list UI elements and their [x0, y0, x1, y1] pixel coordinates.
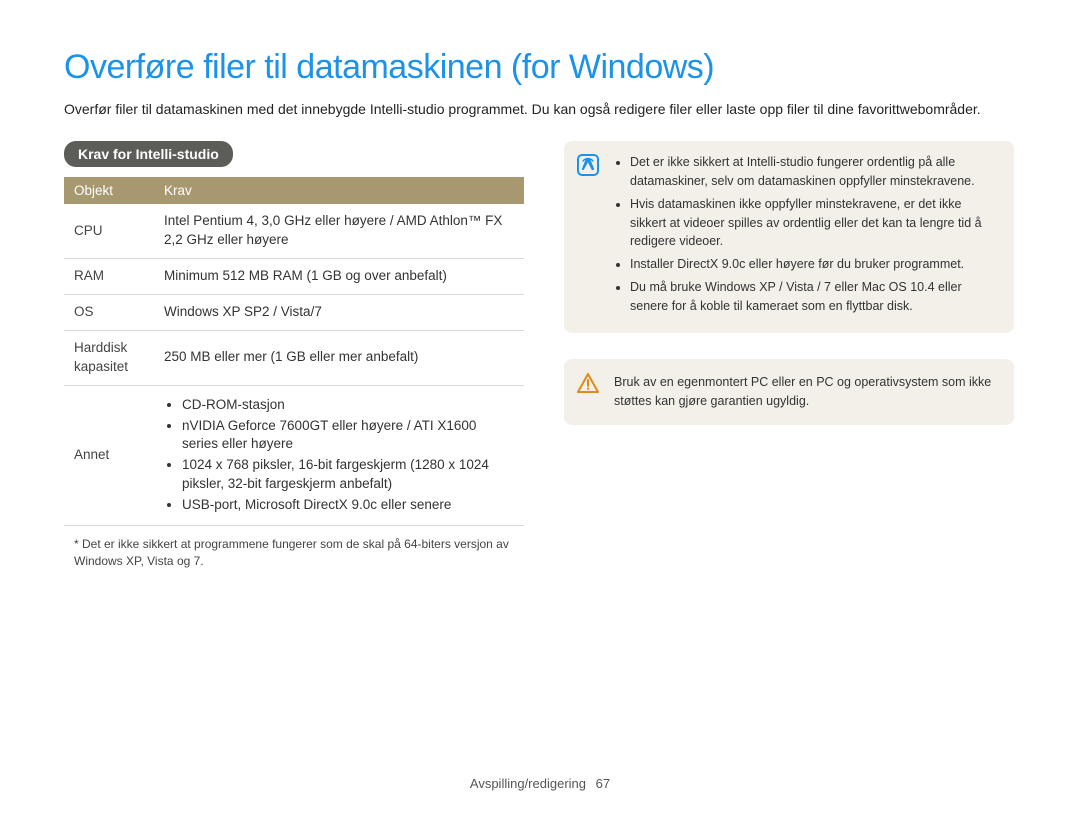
table-header-object: Objekt	[64, 177, 154, 204]
footnote: * Det er ikke sikkert at programmene fun…	[64, 526, 524, 571]
cell-object: RAM	[64, 259, 154, 295]
table-row: Annet CD-ROM-stasjon nVIDIA Geforce 7600…	[64, 385, 524, 525]
warning-note-box: Bruk av en egenmontert PC eller en PC og…	[564, 359, 1014, 425]
info-note-item: Du må bruke Windows XP / Vista / 7 eller…	[630, 278, 998, 316]
info-note-item: Det er ikke sikkert at Intelli-studio fu…	[630, 153, 998, 191]
cell-object: CPU	[64, 204, 154, 258]
footer-page-number: 67	[596, 776, 610, 791]
intro-text: Overfør filer til datamaskinen med det i…	[64, 99, 1016, 119]
page-title: Overføre filer til datamaskinen (for Win…	[64, 48, 1016, 87]
cell-object: Annet	[64, 385, 154, 525]
table-row: CPU Intel Pentium 4, 3,0 GHz eller høyer…	[64, 204, 524, 258]
list-item: nVIDIA Geforce 7600GT eller høyere / ATI…	[182, 417, 514, 455]
cell-requirement: 250 MB eller mer (1 GB eller mer anbefal…	[154, 330, 524, 385]
cell-requirement: Intel Pentium 4, 3,0 GHz eller høyere / …	[154, 204, 524, 258]
cell-object: Harddisk kapasitet	[64, 330, 154, 385]
info-note-item: Hvis datamaskinen ikke oppfyller minstek…	[630, 195, 998, 251]
warning-text: Bruk av en egenmontert PC eller en PC og…	[614, 373, 998, 411]
cell-object: OS	[64, 294, 154, 330]
info-icon	[576, 153, 600, 177]
section-label: Krav for Intelli-studio	[64, 141, 233, 167]
table-row: Harddisk kapasitet 250 MB eller mer (1 G…	[64, 330, 524, 385]
cell-requirement: Windows XP SP2 / Vista/7	[154, 294, 524, 330]
info-note-item: Installer DirectX 9.0c eller høyere før …	[630, 255, 998, 274]
table-row: OS Windows XP SP2 / Vista/7	[64, 294, 524, 330]
cell-requirement: Minimum 512 MB RAM (1 GB og over anbefal…	[154, 259, 524, 295]
list-item: CD-ROM-stasjon	[182, 396, 514, 415]
table-row: RAM Minimum 512 MB RAM (1 GB og over anb…	[64, 259, 524, 295]
table-header-requirement: Krav	[154, 177, 524, 204]
list-item: USB-port, Microsoft DirectX 9.0c eller s…	[182, 496, 514, 515]
page-footer: Avspilling/redigering 67	[0, 776, 1080, 791]
footer-section: Avspilling/redigering	[470, 776, 586, 791]
right-column: Det er ikke sikkert at Intelli-studio fu…	[564, 141, 1014, 451]
requirements-table: Objekt Krav CPU Intel Pentium 4, 3,0 GHz…	[64, 177, 524, 526]
warning-icon	[576, 371, 600, 395]
list-item: 1024 x 768 piksler, 16-bit fargeskjerm (…	[182, 456, 514, 494]
info-note-box: Det er ikke sikkert at Intelli-studio fu…	[564, 141, 1014, 333]
left-column: Krav for Intelli-studio Objekt Krav CPU …	[64, 141, 524, 570]
cell-requirement: CD-ROM-stasjon nVIDIA Geforce 7600GT ell…	[154, 385, 524, 525]
